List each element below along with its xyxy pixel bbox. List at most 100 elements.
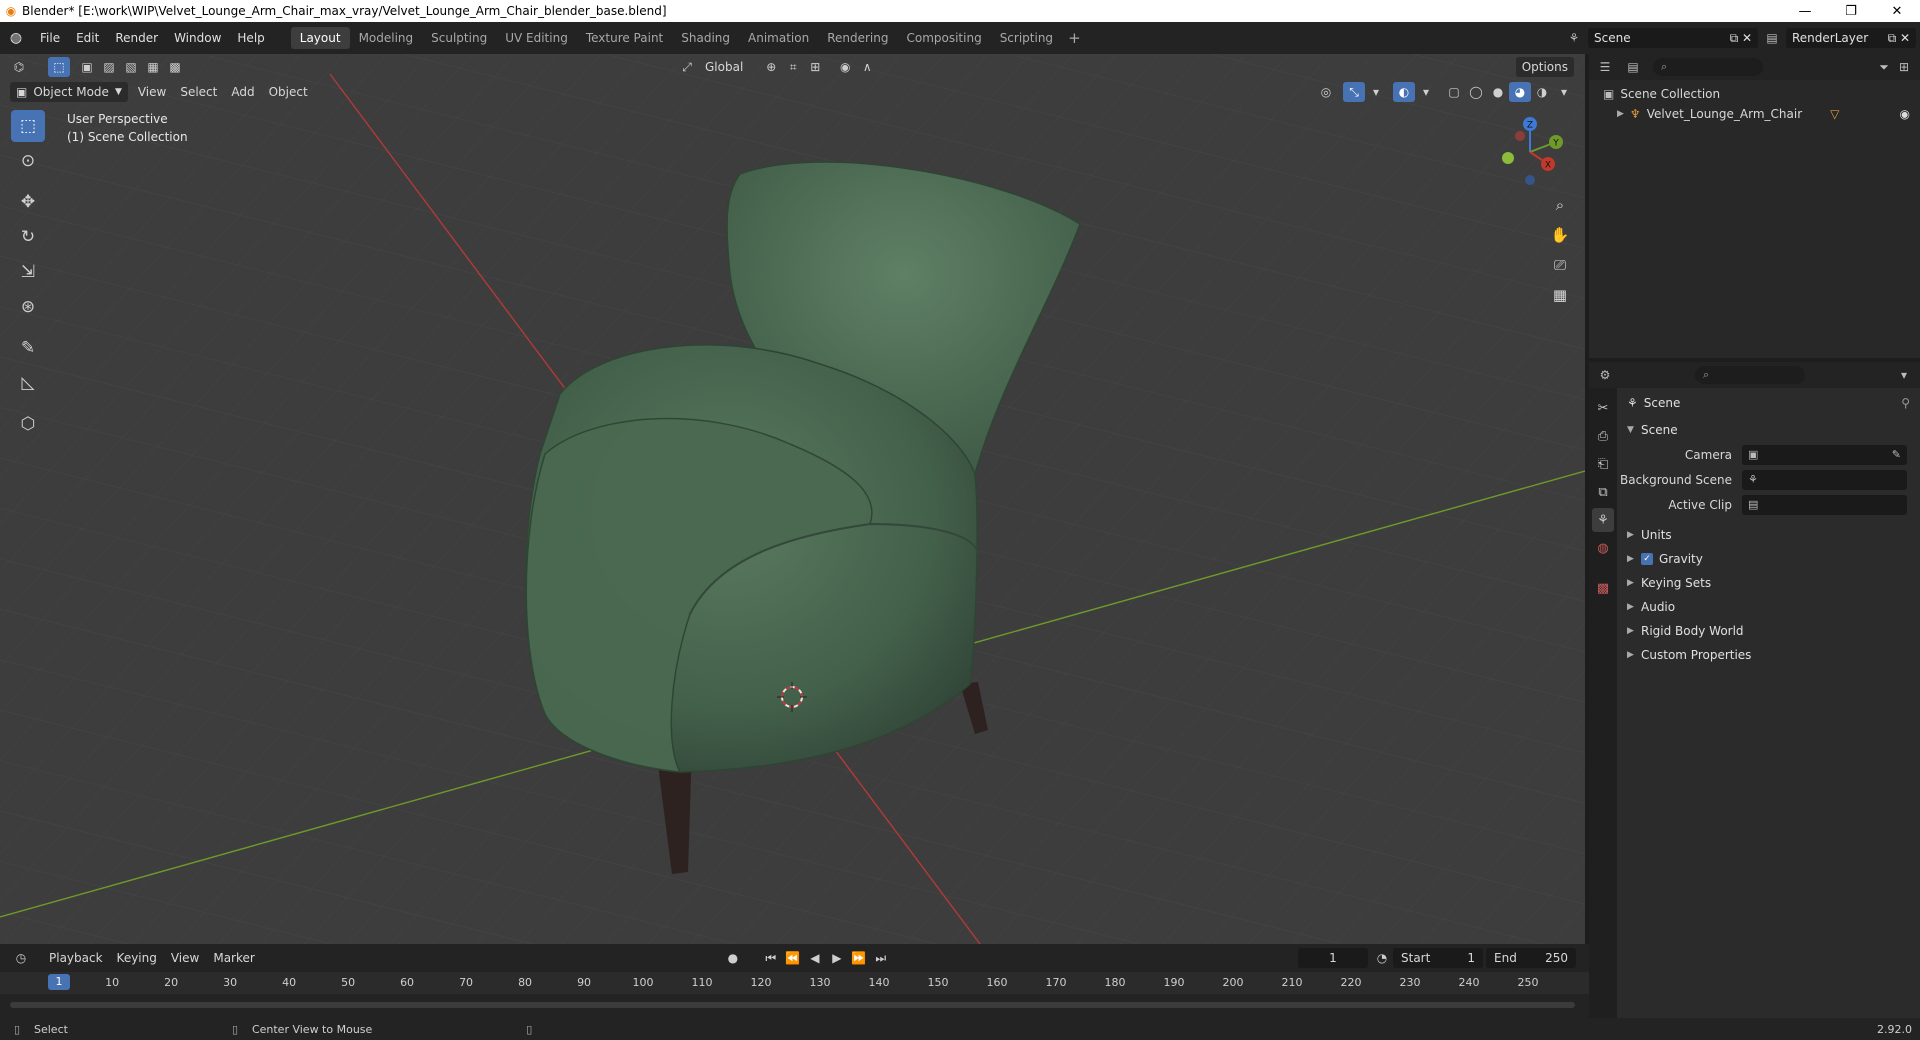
panel-keying-sets[interactable]: ▶ Keying Sets <box>1617 571 1920 595</box>
tab-texture-paint[interactable]: Texture Paint <box>577 27 672 49</box>
view-layer-properties-icon[interactable]: ⧉ <box>1592 480 1614 504</box>
transform-tool-icon[interactable]: ⊛ <box>11 291 45 323</box>
cursor-tool-icon[interactable]: ⊙ <box>11 145 45 177</box>
select-box-tool[interactable]: ⬚ <box>11 110 45 142</box>
falloff-icon[interactable]: ∧ <box>856 57 878 77</box>
rendered-shading-icon[interactable]: ◑ <box>1531 82 1553 102</box>
camera-view-icon[interactable]: ⎚ <box>1547 252 1573 278</box>
overlays-dropdown-icon[interactable]: ▾ <box>1415 82 1437 102</box>
play-icon[interactable]: ▶ <box>826 948 848 968</box>
jump-start-icon[interactable]: ⏮ <box>760 948 782 968</box>
render-properties-icon[interactable]: ⎙ <box>1592 424 1614 448</box>
timeline-menu-keying[interactable]: Keying <box>110 948 164 968</box>
viewport-menu-select[interactable]: Select <box>173 82 224 102</box>
render-layer-selector[interactable]: RenderLayer ⧉ ✕ <box>1786 28 1916 48</box>
expand-arrow-icon[interactable]: ▶ <box>1617 109 1624 119</box>
restore-button[interactable]: ❐ <box>1828 0 1874 22</box>
scene-selector[interactable]: Scene ⧉ ✕ <box>1588 28 1758 48</box>
panel-units[interactable]: ▶ Units <box>1617 523 1920 547</box>
shading-dropdown-icon[interactable]: ▾ <box>1553 82 1575 102</box>
filter-icon[interactable]: ⏷ <box>1874 57 1894 77</box>
viewport-menu-add[interactable]: Add <box>224 82 261 102</box>
viewport-scene[interactable] <box>0 54 1585 944</box>
properties-search-input[interactable]: ⌕ <box>1695 366 1805 384</box>
current-frame-field[interactable]: 1 <box>1298 948 1368 968</box>
active-clip-field[interactable]: ▤ <box>1742 494 1907 515</box>
output-properties-icon[interactable]: ⎗ <box>1592 452 1614 476</box>
tab-scripting[interactable]: Scripting <box>991 27 1062 49</box>
properties-options-icon[interactable]: ▾ <box>1894 365 1914 385</box>
texture-properties-icon[interactable]: ▩ <box>1592 576 1614 600</box>
tab-shading[interactable]: Shading <box>672 27 739 49</box>
material-preview-shading-icon[interactable]: ◕ <box>1509 82 1531 102</box>
current-frame-marker[interactable]: 1 <box>48 974 70 990</box>
render-layer-browse-icon[interactable]: ▤ <box>1762 28 1782 48</box>
clock-icon[interactable]: ◔ <box>1371 948 1393 968</box>
pin-icon[interactable]: ⚲ <box>1901 396 1910 410</box>
menu-file[interactable]: File <box>32 27 68 49</box>
gizmo-neg-x-axis[interactable] <box>1515 131 1525 141</box>
navigation-gizmo[interactable]: Z Y X <box>1490 112 1570 192</box>
scene-copy-icon[interactable]: ⧉ ✕ <box>1730 31 1752 46</box>
scale-tool-icon[interactable]: ⇲ <box>11 256 45 288</box>
panel-rigid-body-world[interactable]: ▶ Rigid Body World <box>1617 619 1920 643</box>
blender-logo-icon[interactable]: ◍ <box>0 22 32 54</box>
pan-hand-icon[interactable]: ✋ <box>1547 222 1573 248</box>
render-layer-copy-icon[interactable]: ⧉ ✕ <box>1888 31 1910 46</box>
new-collection-icon[interactable]: ⊞ <box>1894 57 1914 77</box>
zoom-icon[interactable]: ⌕ <box>1547 192 1573 218</box>
background-scene-field[interactable]: ⚘ <box>1742 469 1907 490</box>
panel-custom-properties[interactable]: ▶ Custom Properties <box>1617 643 1920 667</box>
proportional-editing-icon[interactable]: ◉ <box>834 57 856 77</box>
timeline-menu-view[interactable]: View <box>164 948 206 968</box>
outliner-search-input[interactable]: ⌕ <box>1653 58 1763 76</box>
select-intersect-mode-icon[interactable]: ▩ <box>164 57 186 77</box>
camera-field[interactable]: ▣ ✎ <box>1742 444 1907 465</box>
eyedropper-icon[interactable]: ✎ <box>1892 448 1901 461</box>
orientation-icon[interactable]: ⤢ <box>676 57 698 77</box>
select-new-mode-icon[interactable]: ▣ <box>76 57 98 77</box>
timeline-menu-marker[interactable]: Marker <box>206 948 261 968</box>
eye-visibility-icon[interactable]: ◉ <box>1900 107 1910 121</box>
properties-editor-type-icon[interactable]: ⚙ <box>1595 365 1615 385</box>
tab-uv-editing[interactable]: UV Editing <box>496 27 577 49</box>
solid-shading-icon[interactable]: ● <box>1487 82 1509 102</box>
auto-keying-icon[interactable]: ● <box>722 948 744 968</box>
gizmo-neg-z-axis[interactable] <box>1525 175 1535 185</box>
select-extend-mode-icon[interactable]: ▨ <box>98 57 120 77</box>
display-mode-icon[interactable]: ▤ <box>1623 57 1643 77</box>
select-invert-mode-icon[interactable]: ▦ <box>142 57 164 77</box>
play-reverse-icon[interactable]: ◀ <box>804 948 826 968</box>
gizmo-toggle-icon[interactable]: ⤡ <box>1343 82 1365 102</box>
orthographic-toggle-icon[interactable]: ▦ <box>1547 282 1573 308</box>
annotate-tool-icon[interactable]: ✎ <box>11 332 45 364</box>
panel-audio[interactable]: ▶ Audio <box>1617 595 1920 619</box>
move-tool-icon[interactable]: ✥ <box>11 186 45 218</box>
menu-help[interactable]: Help <box>229 27 272 49</box>
select-subtract-mode-icon[interactable]: ▧ <box>120 57 142 77</box>
tool-properties-icon[interactable]: ✂ <box>1592 396 1614 420</box>
timeline-scrollbar[interactable] <box>10 1002 1575 1008</box>
outliner-scene-collection[interactable]: ▣ Scene Collection <box>1589 84 1920 104</box>
add-workspace-icon[interactable]: + <box>1062 29 1087 47</box>
scene-browse-icon[interactable]: ⚘ <box>1564 28 1584 48</box>
outliner-editor-type-icon[interactable]: ☰ <box>1595 57 1615 77</box>
measure-tool-icon[interactable]: ◺ <box>11 367 45 399</box>
menu-render[interactable]: Render <box>107 27 166 49</box>
tab-sculpting[interactable]: Sculpting <box>422 27 496 49</box>
editor-type-icon[interactable]: ⌬ <box>8 57 30 77</box>
scene-properties-icon[interactable]: ⚘ <box>1592 508 1614 532</box>
frame-ruler[interactable]: 1 10 20 30 40 50 60 70 80 90 100 110 120 130 140 150 16… <box>0 972 1589 994</box>
minimize-button[interactable]: — <box>1782 0 1828 22</box>
overlays-toggle-icon[interactable]: ◐ <box>1393 82 1415 102</box>
select-box-tool-icon[interactable]: ⬚ <box>48 57 70 77</box>
outliner-item-chair[interactable]: ▶ ♆ Velvet_Lounge_Arm_Chair ▽ ◉ <box>1589 104 1920 124</box>
tab-compositing[interactable]: Compositing <box>897 27 990 49</box>
gizmo-dropdown-icon[interactable]: ▾ <box>1365 82 1387 102</box>
xray-toggle-icon[interactable]: ▢ <box>1443 82 1465 102</box>
panel-scene[interactable]: ▼ Scene <box>1617 418 1920 442</box>
gizmo-neg-y-axis[interactable] <box>1502 152 1514 164</box>
jump-keyframe-back-icon[interactable]: ⏪ <box>782 948 804 968</box>
menu-edit[interactable]: Edit <box>68 27 107 49</box>
pivot-point-icon[interactable]: ⊕ <box>760 57 782 77</box>
